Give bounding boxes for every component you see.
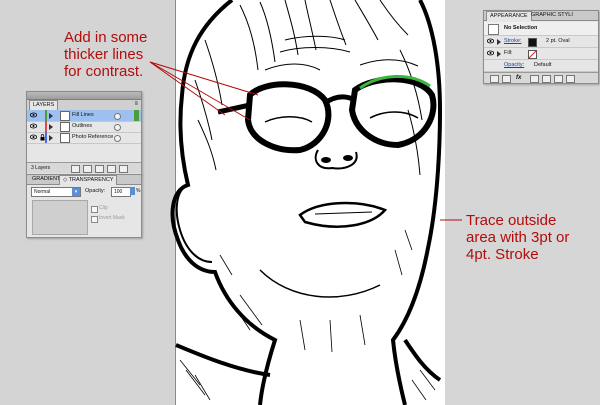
layer-thumbnail bbox=[60, 111, 70, 121]
eye-icon[interactable] bbox=[486, 50, 495, 56]
clear-appearance-icon[interactable] bbox=[530, 75, 539, 83]
eye-icon[interactable] bbox=[486, 38, 495, 44]
blend-mode-select[interactable]: Normal ▾ bbox=[31, 187, 81, 197]
layer-color-bar bbox=[45, 110, 47, 121]
fill-row[interactable]: Fill: bbox=[484, 48, 598, 60]
blend-mode-value: Normal bbox=[34, 189, 51, 195]
eye-icon[interactable] bbox=[29, 123, 38, 129]
expand-triangle-icon[interactable] bbox=[497, 51, 501, 57]
invert-mask-checkbox[interactable] bbox=[91, 216, 98, 223]
stroke-row[interactable]: Stroke: 2 pt. Oval bbox=[484, 36, 598, 48]
eye-icon[interactable] bbox=[29, 134, 38, 140]
reduce-basic-icon[interactable] bbox=[542, 75, 551, 83]
eye-icon[interactable] bbox=[29, 112, 38, 118]
tab-transparency[interactable]: ◇ TRANSPARENCY bbox=[59, 175, 118, 185]
stroke-label[interactable]: Stroke: bbox=[504, 36, 521, 47]
layer-count: 3 Layers bbox=[31, 165, 51, 171]
annotation-line: area with 3pt or bbox=[466, 229, 570, 246]
layer-color-bar bbox=[45, 132, 47, 143]
document-canvas[interactable]: Add in some thicker lines for contrast. … bbox=[0, 0, 600, 405]
target-circle-icon[interactable] bbox=[114, 124, 121, 131]
new-layer-icon[interactable] bbox=[107, 165, 116, 173]
fx-button[interactable]: fx bbox=[516, 73, 521, 83]
locate-object-icon[interactable] bbox=[71, 165, 80, 173]
appearance-footer: fx bbox=[484, 72, 598, 83]
layer-thumbnail bbox=[60, 133, 70, 143]
tab-graphic-styles[interactable]: GRAPHIC STYLI bbox=[528, 11, 576, 20]
selection-color-box bbox=[134, 110, 139, 121]
expand-triangle-icon[interactable] bbox=[49, 113, 53, 119]
panel-menu-icon[interactable]: ≡ bbox=[134, 101, 138, 107]
target-circle-icon[interactable] bbox=[114, 113, 121, 120]
clipping-mask-icon[interactable] bbox=[83, 165, 92, 173]
tab-layers[interactable]: LAYERS bbox=[29, 100, 59, 110]
appearance-panel: APPEARANCE GRAPHIC STYLI No Selection St… bbox=[483, 10, 599, 84]
appearance-selection-row: No Selection bbox=[484, 22, 598, 36]
annotation-line: Add in some bbox=[64, 29, 148, 46]
opacity-label[interactable]: Opacity: bbox=[504, 60, 524, 71]
trash-icon[interactable] bbox=[566, 75, 575, 83]
layer-row[interactable]: Photo Reference bbox=[27, 132, 141, 144]
annotation-line: thicker lines bbox=[64, 46, 144, 63]
layers-footer: 3 Layers bbox=[27, 162, 141, 173]
expand-triangle-icon[interactable] bbox=[49, 135, 53, 141]
opacity-row[interactable]: Opacity: Default bbox=[484, 60, 598, 72]
expand-triangle-icon[interactable] bbox=[497, 39, 501, 45]
layer-thumbnail bbox=[60, 122, 70, 132]
opacity-value: Default bbox=[534, 62, 552, 68]
annotation-line: 4pt. Stroke bbox=[466, 246, 539, 263]
layer-name[interactable]: Outlines bbox=[72, 121, 92, 132]
trash-icon[interactable] bbox=[119, 165, 128, 173]
chevron-down-icon[interactable]: ▾ bbox=[72, 188, 80, 196]
selection-label: No Selection bbox=[504, 25, 538, 31]
mask-thumbnail[interactable] bbox=[32, 200, 88, 235]
duplicate-item-icon[interactable] bbox=[554, 75, 563, 83]
layers-panel: LAYERS ≡ Fill Lines Outlines Photo Refer… bbox=[26, 91, 142, 175]
invert-mask-label: Invert Mask bbox=[99, 215, 125, 221]
clip-checkbox[interactable] bbox=[91, 206, 98, 213]
annotation-trace: Trace outside area with 3pt or 4pt. Stro… bbox=[466, 212, 569, 263]
fill-label: Fill: bbox=[504, 50, 513, 56]
annotation-line: Trace outside bbox=[466, 212, 557, 229]
transparency-panel: GRADIENT ◇ TRANSPARENCY Normal ▾ Opacity… bbox=[26, 174, 142, 238]
layer-name[interactable]: Photo Reference bbox=[72, 132, 113, 143]
opacity-label: Opacity: bbox=[85, 188, 106, 194]
stroke-value: 2 pt. Oval bbox=[546, 38, 570, 44]
layer-color-bar bbox=[45, 121, 47, 132]
panel-titlebar[interactable] bbox=[27, 92, 141, 100]
selection-thumbnail bbox=[488, 24, 499, 35]
opacity-arrow-icon[interactable] bbox=[130, 187, 135, 195]
new-sublayer-icon[interactable] bbox=[95, 165, 104, 173]
expand-triangle-icon[interactable] bbox=[49, 124, 53, 130]
new-fill-icon[interactable] bbox=[502, 75, 511, 83]
tab-appearance[interactable]: APPEARANCE bbox=[486, 11, 532, 21]
fill-none-swatch[interactable] bbox=[528, 50, 537, 59]
clip-label: Clip bbox=[99, 205, 108, 211]
target-circle-icon[interactable] bbox=[114, 135, 121, 142]
opacity-value: 100 bbox=[114, 189, 123, 195]
annotation-line: for contrast. bbox=[64, 63, 144, 80]
new-stroke-icon[interactable] bbox=[490, 75, 499, 83]
layer-name[interactable]: Fill Lines bbox=[72, 110, 94, 121]
opacity-input[interactable]: 100 bbox=[111, 187, 131, 197]
annotation-contrast: Add in some thicker lines for contrast. bbox=[64, 29, 147, 80]
stroke-swatch[interactable] bbox=[528, 38, 537, 47]
percent-label: % bbox=[136, 188, 141, 194]
